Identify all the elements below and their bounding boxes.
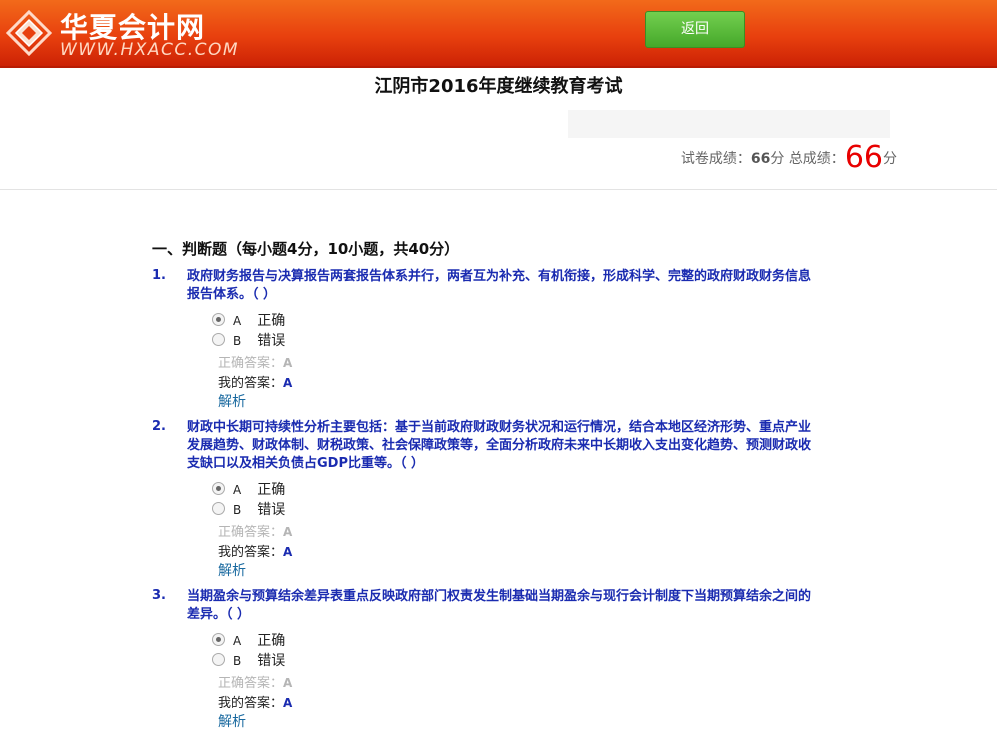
option-b[interactable]: B 错误 [212, 650, 285, 670]
question-text: 政府财务报告与决算报告两套报告体系并行，两者互为补充、有机衔接，形成科学、完整的… [187, 269, 812, 302]
correct-answer: 正确答案：A [218, 521, 292, 540]
paper-score-value: 66 [750, 151, 771, 167]
my-answer-label: 我的答案： [218, 376, 284, 391]
option-b[interactable]: B 错误 [212, 499, 285, 519]
radio-selected-icon[interactable] [212, 633, 225, 646]
question-number: 3. [152, 588, 166, 603]
my-answer-label: 我的答案： [218, 696, 284, 711]
divider [0, 189, 997, 190]
option-text: 正确 [257, 633, 286, 649]
page-title: 江阴市2016年度继续教育考试 [374, 76, 623, 97]
back-button[interactable]: 返回 [645, 11, 745, 48]
section-title: 一、判断题（每小题4分，10小题，共40分） [152, 240, 460, 258]
option-a[interactable]: A 正确 [212, 310, 285, 330]
correct-answer: 正确答案：A [218, 352, 292, 371]
option-text: 错误 [257, 653, 286, 669]
correct-answer-value: A [283, 676, 293, 690]
analysis-link[interactable]: 解析 [218, 711, 246, 731]
total-score-unit: 分 [883, 151, 897, 167]
correct-answer-value: A [283, 356, 293, 370]
option-letter: A [233, 483, 242, 497]
option-text: 错误 [257, 333, 286, 349]
radio-selected-icon[interactable] [212, 313, 225, 326]
my-answer: 我的答案：A [218, 372, 292, 391]
option-text: 正确 [257, 313, 286, 329]
my-answer-label: 我的答案： [218, 545, 284, 560]
score-summary: 试卷成绩：66分 总成绩：66分 [681, 140, 897, 175]
correct-answer-label: 正确答案： [218, 356, 284, 371]
info-bar [568, 110, 890, 138]
analysis-link[interactable]: 解析 [218, 560, 246, 580]
option-a[interactable]: A 正确 [212, 479, 285, 499]
my-answer: 我的答案：A [218, 541, 292, 560]
question-number: 1. [152, 268, 166, 283]
option-b[interactable]: B 错误 [212, 330, 285, 350]
option-text: 错误 [257, 502, 286, 518]
correct-answer: 正确答案：A [218, 672, 292, 691]
radio-selected-icon[interactable] [212, 482, 225, 495]
question-text: 财政中长期可持续性分析主要包括：基于当前政府财政财务状况和运行情况，结合本地区经… [187, 420, 812, 471]
paper-score-unit: 分 [770, 151, 785, 167]
radio-icon[interactable] [212, 653, 225, 666]
correct-answer-label: 正确答案： [218, 525, 284, 540]
total-score-value: 66 [844, 140, 883, 175]
my-answer: 我的答案：A [218, 692, 292, 711]
option-letter: B [233, 334, 242, 348]
option-letter: A [233, 314, 242, 328]
question-number: 2. [152, 419, 166, 434]
option-letter: B [233, 503, 242, 517]
my-answer-value: A [283, 545, 293, 559]
correct-answer-label: 正确答案： [218, 676, 284, 691]
question-text: 当期盈余与预算结余差异表重点反映政府部门权责发生制基础当期盈余与现行会计制度下当… [187, 589, 812, 622]
paper-score-label: 试卷成绩： [680, 151, 751, 167]
my-answer-value: A [283, 376, 293, 390]
option-letter: A [233, 634, 242, 648]
total-score-label: 总成绩： [788, 151, 845, 167]
radio-icon[interactable] [212, 333, 225, 346]
correct-answer-value: A [283, 525, 293, 539]
logo-diamond-icon [6, 10, 52, 56]
site-header: 华夏会计网 WWW.HXACC.COM 返回 [0, 0, 997, 68]
radio-icon[interactable] [212, 502, 225, 515]
analysis-link[interactable]: 解析 [218, 391, 246, 411]
option-letter: B [233, 654, 242, 668]
logo-url: WWW.HXACC.COM [60, 40, 240, 60]
my-answer-value: A [283, 696, 293, 710]
option-text: 正确 [257, 482, 286, 498]
option-a[interactable]: A 正确 [212, 630, 285, 650]
